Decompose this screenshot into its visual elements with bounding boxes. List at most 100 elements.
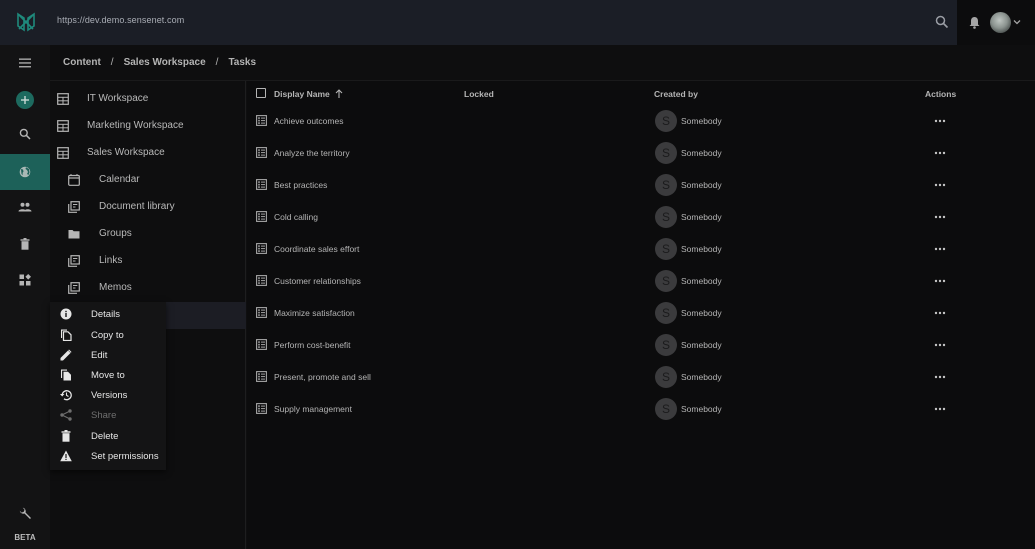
table-row[interactable]: Coordinate sales effort S Somebody xyxy=(247,233,1035,265)
tree-item-document-library[interactable]: Document library xyxy=(50,193,246,220)
trash-icon xyxy=(61,430,71,442)
sort-ascending-icon[interactable] xyxy=(335,89,343,98)
row-created-by: Somebody xyxy=(681,276,722,286)
tree-item-memos[interactable]: Memos xyxy=(50,274,246,301)
menu-item-edit[interactable]: Edit xyxy=(50,345,166,365)
folder-icon xyxy=(68,229,80,238)
menu-item-label: Details xyxy=(91,308,121,320)
more-actions-icon[interactable] xyxy=(934,243,946,255)
menu-item-versions[interactable]: Versions xyxy=(50,385,166,405)
tree-item-tasks-selected[interactable] xyxy=(166,302,246,329)
tree-item-groups[interactable]: Groups xyxy=(50,220,246,247)
menu-item-set-permissions[interactable]: Set permissions xyxy=(50,446,166,466)
workspace-icon xyxy=(57,92,69,105)
search-icon[interactable] xyxy=(935,15,949,29)
menu-item-delete[interactable]: Delete xyxy=(50,426,166,446)
row-display-name[interactable]: Customer relationships xyxy=(274,276,361,286)
row-display-name[interactable]: Coordinate sales effort xyxy=(274,244,359,254)
menu-item-label: Versions xyxy=(91,389,128,401)
hamburger-icon xyxy=(19,58,31,68)
table-row[interactable]: Maximize satisfaction S Somebody xyxy=(247,297,1035,329)
row-display-name[interactable]: Perform cost-benefit xyxy=(274,340,351,350)
column-header-display-name[interactable]: Display Name xyxy=(274,89,343,99)
table-row[interactable]: Achieve outcomes S Somebody xyxy=(247,105,1035,137)
beta-label: BETA xyxy=(14,533,36,542)
rail-add-button[interactable] xyxy=(16,91,34,109)
more-actions-icon[interactable] xyxy=(934,403,946,415)
user-avatar[interactable] xyxy=(990,12,1011,33)
row-created-by: Somebody xyxy=(681,180,722,190)
row-display-name[interactable]: Best practices xyxy=(274,180,327,190)
task-icon xyxy=(256,371,267,382)
user-area xyxy=(957,0,1035,45)
menu-item-label: Set permissions xyxy=(91,450,159,462)
table-row[interactable]: Present, promote and sell S Somebody xyxy=(247,361,1035,393)
tree-item-it-workspace[interactable]: IT Workspace xyxy=(50,85,246,112)
sensenet-logo-icon[interactable] xyxy=(16,12,36,32)
task-icon xyxy=(256,339,267,350)
chevron-down-icon[interactable] xyxy=(1013,18,1021,26)
rail-trash-button[interactable] xyxy=(0,226,50,262)
task-icon xyxy=(256,211,267,222)
tree-item-label: Sales Workspace xyxy=(87,147,165,158)
rail-setup-button[interactable] xyxy=(0,495,50,531)
more-actions-icon[interactable] xyxy=(934,115,946,127)
more-actions-icon[interactable] xyxy=(934,339,946,351)
tree-item-label: Groups xyxy=(99,228,132,239)
task-icon xyxy=(256,275,267,286)
bell-icon[interactable] xyxy=(968,16,981,29)
table-row[interactable]: Customer relationships S Somebody xyxy=(247,265,1035,297)
tree-item-marketing-workspace[interactable]: Marketing Workspace xyxy=(50,112,246,139)
site-url: https://dev.demo.sensenet.com xyxy=(57,15,185,25)
breadcrumb-separator: / xyxy=(110,57,114,68)
menu-item-label: Edit xyxy=(91,349,108,361)
more-actions-icon[interactable] xyxy=(934,147,946,159)
globe-icon xyxy=(19,166,31,178)
rail-search-button[interactable] xyxy=(0,116,50,152)
creator-avatar: S xyxy=(655,238,677,260)
menu-item-move-to[interactable]: Move to xyxy=(50,365,166,385)
rail-menu-button[interactable] xyxy=(0,45,50,81)
row-display-name[interactable]: Maximize satisfaction xyxy=(274,308,355,318)
select-all-checkbox[interactable] xyxy=(256,88,266,98)
tree-item-label: Document library xyxy=(99,201,175,212)
more-actions-icon[interactable] xyxy=(934,179,946,191)
tree-item-calendar[interactable]: Calendar xyxy=(50,166,246,193)
row-display-name[interactable]: Cold calling xyxy=(274,212,318,222)
menu-item-copy-to[interactable]: Copy to xyxy=(50,325,166,345)
tree-item-label: Links xyxy=(99,255,123,266)
column-header-locked[interactable]: Locked xyxy=(464,89,494,99)
workspace-icon xyxy=(57,146,69,159)
breadcrumb-item-content[interactable]: Content xyxy=(63,57,101,68)
column-header-created-by[interactable]: Created by xyxy=(654,89,698,99)
row-display-name[interactable]: Achieve outcomes xyxy=(274,116,343,126)
rail-content-button[interactable] xyxy=(0,154,50,190)
task-icon xyxy=(256,179,267,190)
row-display-name[interactable]: Analyze the territory xyxy=(274,148,350,158)
table-row[interactable]: Perform cost-benefit S Somebody xyxy=(247,329,1035,361)
breadcrumb-item-tasks[interactable]: Tasks xyxy=(228,57,256,68)
menu-item-details[interactable]: Details xyxy=(50,304,166,324)
tree-item-links[interactable]: Links xyxy=(50,247,246,274)
plus-icon xyxy=(21,96,29,104)
row-display-name[interactable]: Supply management xyxy=(274,404,352,414)
creator-avatar: S xyxy=(655,142,677,164)
menu-item-share[interactable]: Share xyxy=(50,405,166,425)
more-actions-icon[interactable] xyxy=(934,371,946,383)
creator-avatar: S xyxy=(655,366,677,388)
rail-content-types-button[interactable] xyxy=(0,262,50,298)
breadcrumb-item-sales-workspace[interactable]: Sales Workspace xyxy=(124,57,206,68)
table-row[interactable]: Best practices S Somebody xyxy=(247,169,1035,201)
task-icon xyxy=(256,115,267,126)
app-root: https://dev.demo.sensenet.com BETA Conte… xyxy=(0,0,1035,549)
tree-item-sales-workspace[interactable]: Sales Workspace xyxy=(50,139,246,166)
more-actions-icon[interactable] xyxy=(934,211,946,223)
more-actions-icon[interactable] xyxy=(934,275,946,287)
more-actions-icon[interactable] xyxy=(934,307,946,319)
table-row[interactable]: Supply management S Somebody xyxy=(247,393,1035,425)
row-display-name[interactable]: Present, promote and sell xyxy=(274,372,371,382)
table-row[interactable]: Analyze the territory S Somebody xyxy=(247,137,1035,169)
task-icon xyxy=(256,243,267,254)
table-row[interactable]: Cold calling S Somebody xyxy=(247,201,1035,233)
rail-users-button[interactable] xyxy=(0,189,50,225)
